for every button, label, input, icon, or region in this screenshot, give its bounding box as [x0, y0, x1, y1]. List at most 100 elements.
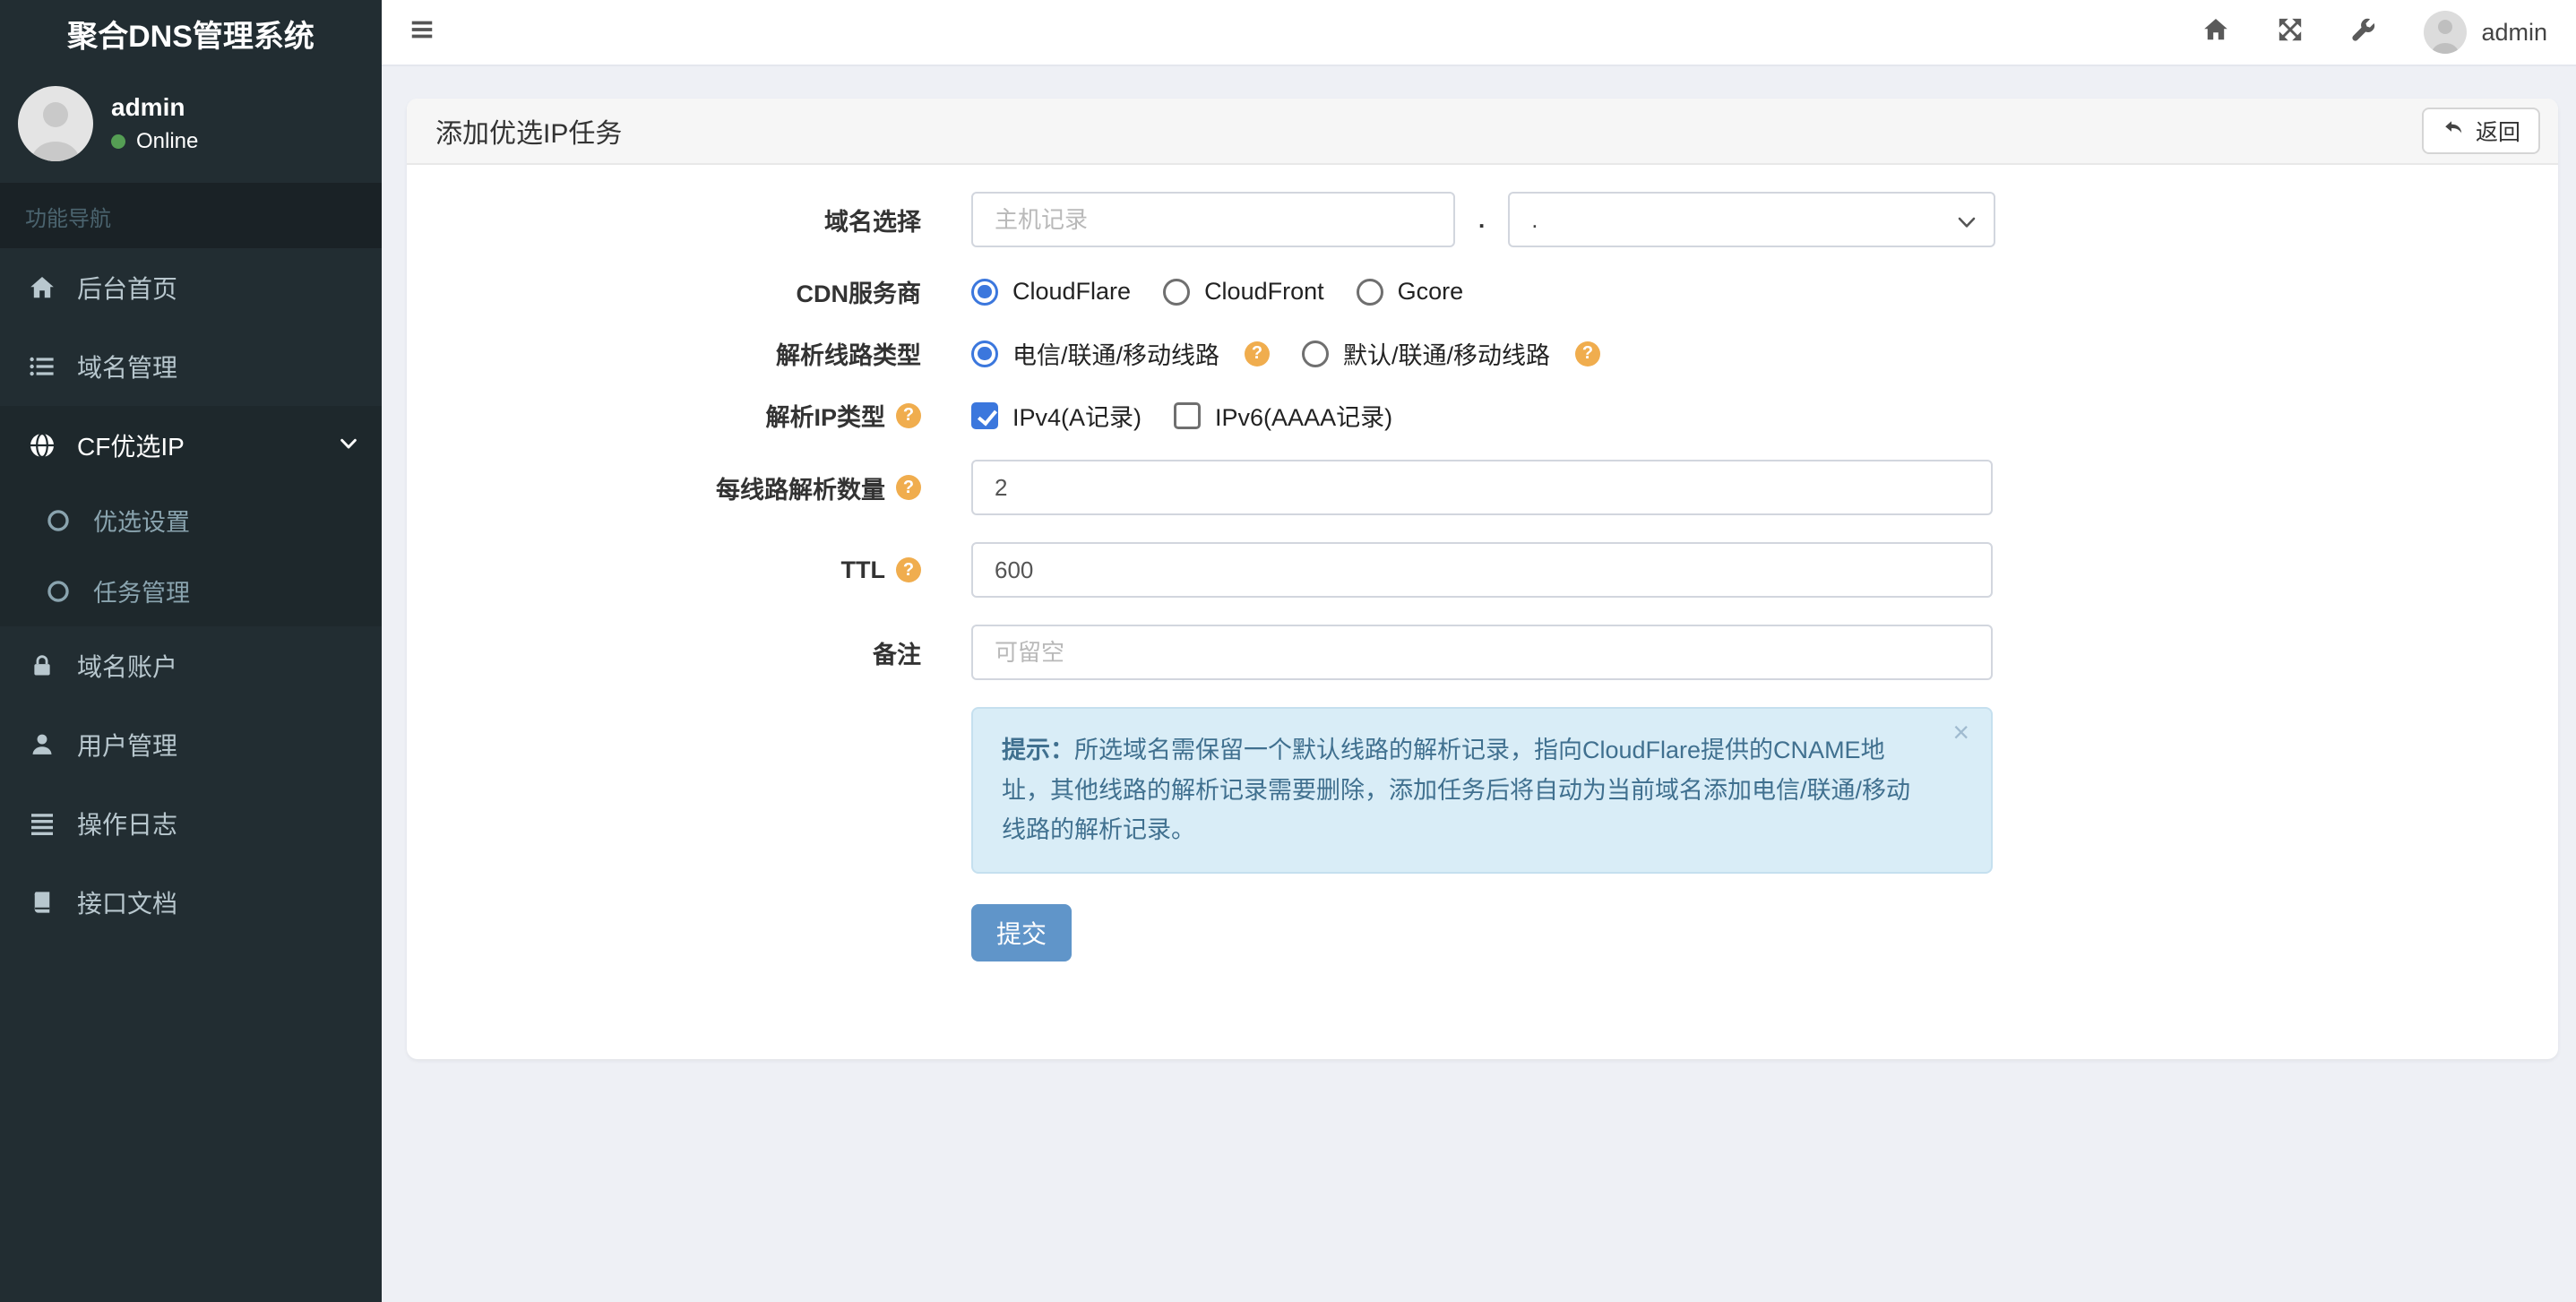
radio-cloudflare[interactable]: CloudFlare	[971, 278, 1131, 306]
ip-type-label: 解析IP类型 ?	[443, 398, 971, 433]
radio-gcore[interactable]: Gcore	[1356, 278, 1463, 306]
log-icon	[25, 809, 59, 838]
sidebar: 聚合DNS管理系统 admin Online 功能导航 后台首页 域名管理 CF…	[0, 0, 382, 1302]
close-icon[interactable]: ×	[1952, 718, 1969, 746]
domain-separator: .	[1478, 205, 1486, 233]
app-title: 聚合DNS管理系统	[67, 19, 314, 54]
submit-button[interactable]: 提交	[971, 903, 1073, 961]
info-alert-text: 所选域名需保留一个默认线路的解析记录，指向CloudFlare提供的CNAME地…	[1002, 737, 1911, 844]
sidebar-toggle-button[interactable]	[382, 0, 462, 65]
form-row-domain: 域名选择 . .	[443, 192, 2522, 247]
cdn-label: CDN服务商	[796, 280, 922, 307]
topbar: admin	[382, 0, 2576, 66]
help-icon[interactable]: ?	[1575, 341, 1601, 366]
radio-icon	[971, 278, 998, 306]
card-header: 添加优选IP任务 返回	[407, 99, 2558, 165]
avatar	[18, 86, 93, 161]
circle-icon	[41, 509, 75, 532]
radio-telecom-line[interactable]: 电信/联通/移动线路 ?	[971, 336, 1271, 371]
globe-icon	[25, 431, 59, 460]
online-dot-icon	[111, 134, 125, 149]
form-row-per-line: 每线路解析数量 ?	[443, 460, 2522, 515]
page-title: 添加优选IP任务	[435, 119, 623, 149]
sidebar-nav: 后台首页 域名管理 CF优选IP 优选设置 任务管理 域名账户 用户管理 操作日…	[0, 248, 382, 942]
settings-button[interactable]	[2327, 0, 2400, 65]
help-icon[interactable]: ?	[1245, 341, 1271, 366]
checkbox-ipv4[interactable]: IPv4(A记录)	[971, 398, 1142, 433]
checkbox-icon	[971, 401, 998, 429]
user-icon	[25, 731, 59, 758]
ttl-input[interactable]	[971, 542, 1993, 598]
sidebar-nav-header: 功能导航	[0, 183, 382, 248]
form-row-cdn: CDN服务商 CloudFlare CloudFront Gcore	[443, 274, 2522, 309]
domain-label: 域名选择	[824, 208, 921, 236]
sidebar-user-panel: admin Online	[0, 66, 382, 183]
app-root: 聚合DNS管理系统 admin Online 功能导航 后台首页 域名管理 CF…	[0, 0, 2576, 1302]
home-icon	[25, 273, 59, 302]
task-card: 添加优选IP任务 返回 域名选择 主机记录 . . CDN服务商 CloudFl…	[407, 99, 2558, 1059]
expand-icon	[2277, 16, 2304, 49]
avatar	[2424, 11, 2468, 54]
remark-input[interactable]	[971, 625, 1993, 680]
hamburger-icon	[409, 16, 435, 49]
sidebar-item-cf-ip[interactable]: CF优选IP	[0, 406, 382, 485]
form-row-remark: 备注	[443, 625, 2522, 680]
radio-icon	[1163, 278, 1191, 306]
cdn-options: CloudFlare CloudFront Gcore	[971, 278, 1495, 306]
lock-icon	[25, 652, 59, 679]
per-line-input[interactable]	[971, 460, 1993, 515]
sidebar-user-name: admin	[111, 93, 185, 121]
book-icon	[25, 889, 59, 916]
host-record-input[interactable]	[971, 192, 1455, 247]
content-area: 添加优选IP任务 返回 域名选择 主机记录 . . CDN服务商 CloudFl…	[382, 66, 2576, 1302]
line-type-options: 电信/联通/移动线路 ? 默认/联通/移动线路 ?	[971, 336, 1633, 371]
circle-icon	[41, 580, 75, 603]
back-button[interactable]: 返回	[2421, 108, 2540, 154]
app-logo[interactable]: 聚合DNS管理系统	[0, 0, 382, 66]
person-icon	[2432, 20, 2460, 54]
info-alert: 提示：所选域名需保留一个默认线路的解析记录，指向CloudFlare提供的CNA…	[971, 707, 1993, 874]
sidebar-item-task-management[interactable]: 任务管理	[0, 556, 382, 626]
radio-default-line[interactable]: 默认/联通/移动线路 ?	[1302, 336, 1601, 371]
user-menu-button[interactable]: admin	[2400, 11, 2551, 54]
help-icon[interactable]: ?	[896, 402, 921, 428]
topbar-right: admin	[2178, 0, 2576, 65]
radio-icon	[1356, 278, 1383, 306]
chevron-down-icon	[339, 431, 358, 460]
user-status[interactable]: Online	[111, 129, 198, 154]
chevron-down-icon	[1956, 211, 1977, 239]
sidebar-item-api-docs[interactable]: 接口文档	[0, 863, 382, 942]
wrench-icon	[2350, 16, 2377, 49]
list-icon	[25, 352, 59, 381]
main-column: admin 添加优选IP任务 返回 域名选择 主机记录 . . CDN服务商 C…	[382, 0, 2576, 1302]
person-icon	[31, 102, 80, 161]
reply-arrow-icon	[2442, 116, 2465, 146]
help-icon[interactable]: ?	[896, 557, 921, 582]
form-row-ttl: TTL ?	[443, 542, 2522, 598]
domain-select[interactable]: .	[1508, 192, 1996, 247]
sidebar-item-domains[interactable]: 域名管理	[0, 327, 382, 406]
topbar-user-name: admin	[2481, 18, 2547, 46]
sidebar-item-domain-accounts[interactable]: 域名账户	[0, 626, 382, 705]
ip-type-options: IPv4(A记录) IPv6(AAAA记录)	[971, 398, 1425, 433]
radio-cloudfront[interactable]: CloudFront	[1163, 278, 1324, 306]
remark-label: 备注	[873, 641, 921, 668]
sidebar-item-users[interactable]: 用户管理	[0, 705, 382, 784]
home-button[interactable]	[2178, 0, 2253, 65]
form-row-line-type: 解析线路类型 电信/联通/移动线路 ? 默认/联通/移动线路 ?	[443, 336, 2522, 371]
sidebar-item-logs[interactable]: 操作日志	[0, 784, 382, 863]
checkbox-icon	[1174, 401, 1202, 429]
sidebar-item-preferred-settings[interactable]: 优选设置	[0, 485, 382, 556]
checkbox-ipv6[interactable]: IPv6(AAAA记录)	[1174, 398, 1392, 433]
radio-icon	[971, 340, 998, 367]
sidebar-item-dashboard[interactable]: 后台首页	[0, 248, 382, 327]
radio-icon	[1302, 340, 1330, 367]
info-alert-prefix: 提示：	[1002, 737, 1074, 763]
card-body: 域名选择 . . CDN服务商	[407, 165, 2558, 1015]
ttl-label: TTL ?	[443, 556, 971, 584]
submit-row: 提交	[971, 903, 2522, 961]
sidebar-group-cf-ip: CF优选IP 优选设置 任务管理	[0, 406, 382, 626]
fullscreen-button[interactable]	[2253, 0, 2327, 65]
help-icon[interactable]: ?	[896, 475, 921, 500]
per-line-label: 每线路解析数量 ?	[443, 470, 971, 505]
